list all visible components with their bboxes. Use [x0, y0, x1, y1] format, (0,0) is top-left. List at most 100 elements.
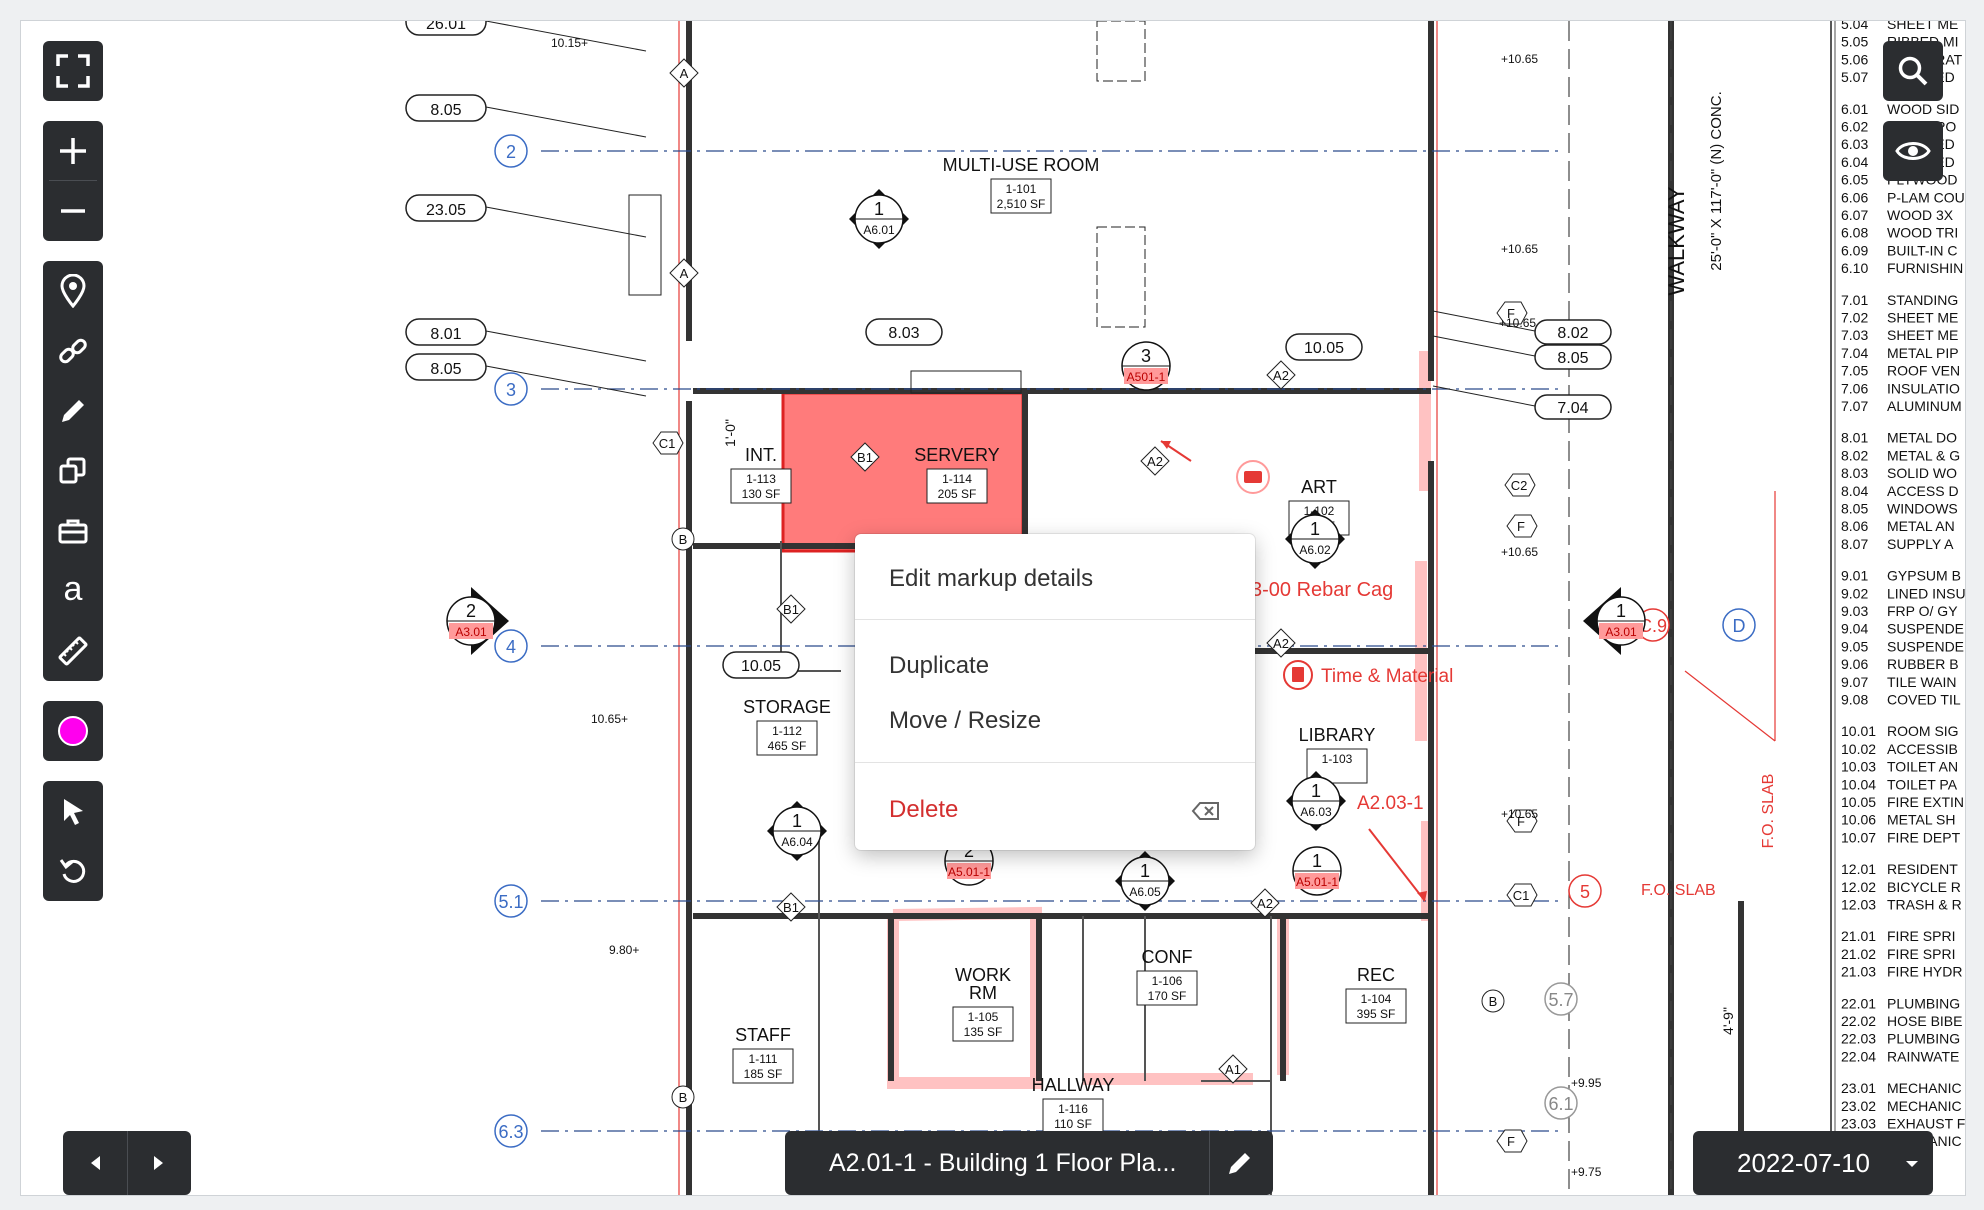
leader-line [1432, 335, 1536, 357]
room-name: STORAGE [743, 697, 831, 717]
next-sheet-button[interactable] [128, 1131, 192, 1195]
tag-label: B [1489, 994, 1498, 1009]
room-name: HALLWAY [1032, 1075, 1115, 1095]
legend-desc: BICYCLE R [1887, 879, 1961, 895]
link-tool-button[interactable] [43, 321, 103, 381]
fixture [628, 194, 662, 296]
section-sheet: A5.01-1 [948, 865, 990, 879]
legend-code: 7.05 [1841, 363, 1868, 379]
legend-desc: RAINWATE [1887, 1048, 1959, 1064]
room-area: 395 SF [1357, 1007, 1396, 1021]
legend-desc: P-LAM COU [1887, 189, 1965, 205]
work-room-markup [887, 906, 1042, 1089]
delete-item[interactable]: Delete [855, 785, 1255, 835]
zoom-out-icon [61, 209, 85, 213]
room-area: 2,510 SF [997, 197, 1046, 211]
legend-code: 6.09 [1841, 242, 1868, 258]
legend-desc: WINDOWS [1887, 501, 1958, 517]
room-name: SERVERY [914, 445, 999, 465]
revision-date: 2022-07-10 [1737, 1147, 1870, 1178]
leader-line [485, 206, 647, 238]
room-name: ART [1301, 477, 1337, 497]
legend-code: 6.05 [1841, 172, 1868, 188]
clipboard-icon [1292, 667, 1304, 682]
ruler-tool-button[interactable] [43, 621, 103, 681]
tag-label: F [1507, 1134, 1515, 1149]
legend-code: 5.07 [1841, 69, 1868, 85]
section-sheet: A6.04 [781, 835, 813, 849]
room-number: 1-105 [968, 1010, 999, 1024]
section-number: 1 [792, 811, 802, 831]
color-swatch [58, 716, 88, 746]
elevation-note: 9.80+ [609, 943, 639, 957]
elevation-note: +10.65 [1501, 545, 1538, 559]
grid-bubble-label: 2 [506, 142, 516, 162]
edit-sheet-button[interactable] [1209, 1131, 1270, 1195]
grid-bubble-label: 3 [506, 380, 516, 400]
ruler-icon [58, 636, 88, 666]
legend-code: 21.02 [1841, 946, 1876, 962]
legend-desc: SHEET ME [1887, 327, 1958, 343]
zoom-out-button[interactable] [43, 181, 103, 241]
leader-line [485, 106, 647, 138]
elevation-note: +10.65 [1499, 316, 1536, 330]
color-toolbox [43, 701, 103, 761]
legend-code: 8.02 [1841, 447, 1868, 463]
legend-desc: FIRE HYDR [1887, 964, 1962, 980]
section-number: 1 [1311, 781, 1321, 801]
legend-code: 7.04 [1841, 345, 1868, 361]
legend-desc: ACCESS D [1887, 483, 1959, 499]
legend-code: 10.02 [1841, 741, 1876, 757]
shapes-tool-button[interactable] [43, 441, 103, 501]
grid-bubble-label: 5.1 [498, 892, 523, 912]
legend-code: 22.03 [1841, 1031, 1876, 1047]
elevation-note: +10.65 [1501, 242, 1538, 256]
section-number: 1 [1140, 861, 1150, 881]
tag-label: B1 [783, 900, 799, 915]
legend-code: 23.02 [1841, 1098, 1876, 1114]
legend-code: 7.07 [1841, 398, 1868, 414]
legend-code: 8.05 [1841, 501, 1868, 517]
fo-slab-label: F.O. SLAB [1760, 774, 1777, 849]
legend-code: 6.07 [1841, 207, 1868, 223]
legend-desc: WOOD SID [1887, 101, 1959, 117]
toolbox-tool-button[interactable] [43, 501, 103, 561]
color-picker-button[interactable] [43, 701, 103, 761]
legend-desc: METAL AN [1887, 518, 1955, 534]
undo-button[interactable] [43, 841, 103, 901]
legend-desc: SUSPENDE [1887, 621, 1964, 637]
select-tool-button[interactable] [43, 781, 103, 841]
legend-code: 6.04 [1841, 154, 1868, 170]
tag-label: B [679, 532, 688, 547]
duplicate-item[interactable]: Duplicate [855, 641, 1255, 691]
visibility-button[interactable] [1883, 121, 1943, 181]
tag-label: A2 [1147, 454, 1163, 469]
leader-line [485, 330, 647, 362]
revision-date-selector[interactable]: 2022-07-10 [1693, 1131, 1933, 1195]
section-number: 1 [1312, 851, 1322, 871]
section-sheet: A6.01 [863, 223, 895, 237]
drawing-viewer[interactable]: 2 3 4 5.1 6.3 5.7 6.1 C.9 D 5 26.01 8.05 23.05 8.01 8.… [20, 20, 1966, 1196]
sheet-title-bar[interactable]: A2.01-1 - Building 1 Floor Pla... [785, 1131, 1273, 1195]
zoom-in-button[interactable] [43, 121, 103, 180]
move-resize-item[interactable]: Move / Resize [855, 696, 1255, 746]
fixture [1096, 226, 1146, 328]
fullscreen-button[interactable] [43, 41, 103, 101]
legend-desc: FIRE DEPT [1887, 829, 1961, 845]
legend-desc: METAL & G [1887, 447, 1960, 463]
legend-code: 6.10 [1841, 260, 1868, 276]
pin-tool-button[interactable] [43, 261, 103, 321]
prev-sheet-button[interactable] [63, 1131, 128, 1195]
pencil-icon [62, 400, 84, 422]
legend-code: 9.05 [1841, 638, 1868, 654]
legend-code: 10.03 [1841, 759, 1876, 775]
walkway-label: WALKWAY [1664, 186, 1689, 296]
tag-label: A2 [1273, 368, 1289, 383]
edit-markup-details-item[interactable]: Edit markup details [855, 554, 1255, 604]
legend-desc: FIRE SPRI [1887, 928, 1955, 944]
search-button[interactable] [1883, 41, 1943, 101]
text-tool-button[interactable]: a [43, 561, 103, 621]
legend-desc: PLUMBING [1887, 1031, 1960, 1047]
legend-code: 9.02 [1841, 585, 1868, 601]
pencil-tool-button[interactable] [43, 381, 103, 441]
